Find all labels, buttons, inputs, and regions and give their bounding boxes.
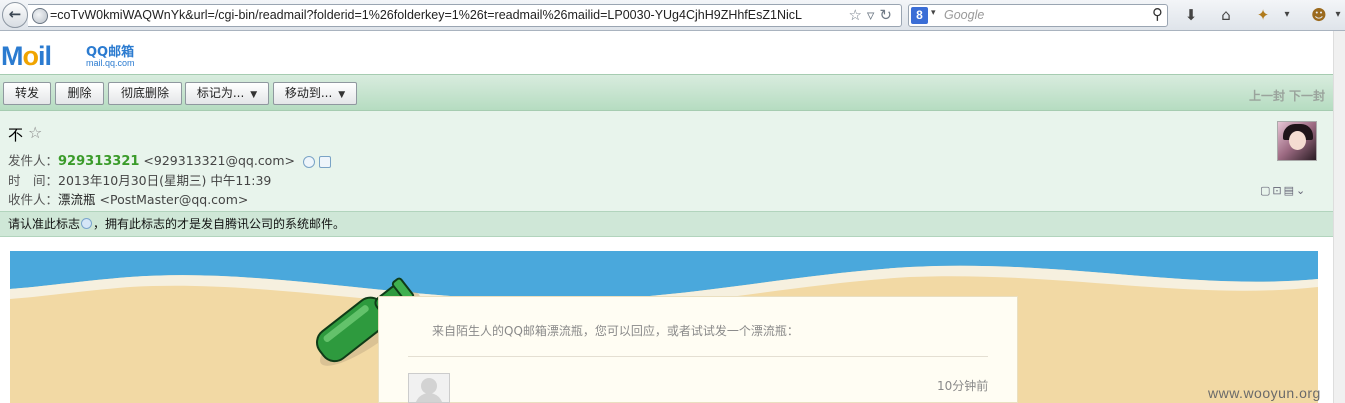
drift-bottle-card: [378, 296, 1018, 403]
delete-button[interactable]: 删除: [55, 82, 104, 105]
move-to-label: 移动到...: [284, 86, 333, 100]
search-input[interactable]: Google: [944, 8, 984, 22]
time-label: 时 间：: [8, 173, 59, 188]
chevron-down-icon[interactable]: ▾: [1281, 5, 1293, 25]
notice-prefix: 请认准此标志: [8, 217, 81, 231]
drift-bottle-message: 来自陌生人的QQ邮箱漂流瓶，您可以回应，或者试试发一个漂流瓶：: [432, 324, 799, 338]
page-scrollbar[interactable]: [1333, 31, 1345, 403]
time-value: 2013年10月30日(星期三) 中午11:39: [58, 173, 272, 188]
official-badge-icon: [81, 218, 93, 229]
avatar-body: [415, 393, 443, 402]
delete-permanently-button[interactable]: 彻底删除: [108, 82, 182, 105]
verified-sender-icon[interactable]: [302, 155, 315, 168]
chevron-down-icon: ▼: [338, 90, 346, 100]
chevron-down-icon: ▼: [250, 90, 258, 100]
mail-domain: mail.qq.com: [86, 58, 135, 68]
mail-subject: 不: [8, 126, 24, 144]
address-bar-url: =coTvW0kmiWAQWnYk&url=/cgi-bin/readmail?…: [50, 8, 802, 22]
note-icon[interactable]: ▢: [1260, 184, 1272, 197]
logo-o: o: [22, 41, 39, 71]
notice-suffix: ，拥有此标志的才是发自腾讯公司的系统邮件。: [93, 217, 346, 231]
avatar-head: [421, 378, 437, 394]
chevron-down-icon[interactable]: ▾: [1332, 5, 1344, 25]
address-bar[interactable]: =coTvW0kmiWAQWnYk&url=/cgi-bin/readmail?…: [28, 4, 902, 27]
monkey-addon-icon[interactable]: ☻: [1308, 5, 1330, 25]
divider: [408, 356, 988, 357]
reply-timestamp: 10分钟前: [937, 379, 989, 393]
time-line: 时 间：2013年10月30日(星期三) 中午11:39: [8, 170, 271, 189]
bookmark-star-icon[interactable]: ☆: [848, 6, 866, 24]
message-header: 不 ☆ 发件人：929313321 <929313321@qq.com> 时 间…: [0, 111, 1333, 211]
reload-icon[interactable]: ↻: [879, 6, 897, 24]
watermark-text: www.wooyun.org: [1208, 385, 1321, 401]
address-bar-actions: ☆▿↻: [848, 6, 897, 24]
previous-mail-link[interactable]: 上一封: [1249, 89, 1285, 103]
forward-button[interactable]: 转发: [3, 82, 51, 105]
star-icon[interactable]: ☆: [28, 123, 42, 142]
official-mail-notice: 请认准此标志 ，拥有此标志的才是发自腾讯公司的系统邮件。: [0, 211, 1333, 237]
back-button[interactable]: ←: [2, 2, 28, 28]
qq-mail-logo[interactable]: Moil: [1, 41, 52, 72]
addon-icon[interactable]: ✦: [1253, 5, 1273, 25]
chevron-down-icon[interactable]: ▾: [931, 8, 936, 18]
stranger-avatar[interactable]: [408, 373, 450, 403]
mail-pager: 上一封 下一封: [1249, 87, 1325, 104]
sender-line: 发件人：929313321 <929313321@qq.com>: [8, 150, 331, 169]
avatar-face: [1289, 131, 1306, 150]
add-contact-icon[interactable]: [318, 155, 331, 168]
mark-as-dropdown[interactable]: 标记为... ▼: [185, 82, 269, 105]
sender-label: 发件人：: [8, 153, 59, 168]
recipient-line: 收件人：漂流瓶 <PostMaster@qq.com>: [8, 189, 248, 208]
move-to-dropdown[interactable]: 移动到... ▼: [273, 82, 357, 105]
mail-toolbar: 转发 删除 彻底删除 标记为... ▼ 移动到... ▼ 上一封 下一封: [0, 74, 1333, 111]
home-icon[interactable]: ⌂: [1216, 5, 1236, 25]
mark-as-label: 标记为...: [196, 86, 245, 100]
sender-avatar[interactable]: [1277, 121, 1317, 161]
mail-action-icons: ▢⊡▤⌄: [1260, 184, 1307, 197]
print-icon[interactable]: ▤: [1284, 184, 1296, 197]
recipient-name[interactable]: 漂流瓶: [58, 192, 96, 207]
recipient-label: 收件人：: [8, 192, 59, 207]
sender-email: <929313321@qq.com>: [143, 153, 295, 168]
history-dropdown-icon[interactable]: ▿: [867, 6, 880, 24]
search-box[interactable]: 8 ▾ Google ⚲: [908, 4, 1168, 27]
logo-m: M: [1, 41, 23, 71]
download-icon[interactable]: ⬇: [1181, 5, 1201, 25]
save-icon[interactable]: ⊡: [1272, 184, 1283, 197]
browser-window: ← =coTvW0kmiWAQWnYk&url=/cgi-bin/readmai…: [0, 0, 1345, 403]
recipient-email: <PostMaster@qq.com>: [99, 192, 249, 207]
globe-icon: [32, 8, 48, 24]
mail-header: [0, 31, 1345, 74]
logo-il: il: [38, 41, 52, 71]
search-icon[interactable]: ⚲: [1152, 5, 1163, 23]
browser-navigation-bar: ← =coTvW0kmiWAQWnYk&url=/cgi-bin/readmai…: [0, 0, 1345, 31]
chevron-down-icon[interactable]: ⌄: [1296, 184, 1307, 197]
sender-name[interactable]: 929313321: [58, 154, 139, 169]
next-mail-link[interactable]: 下一封: [1289, 89, 1325, 103]
search-engine-icon[interactable]: 8: [911, 7, 928, 24]
